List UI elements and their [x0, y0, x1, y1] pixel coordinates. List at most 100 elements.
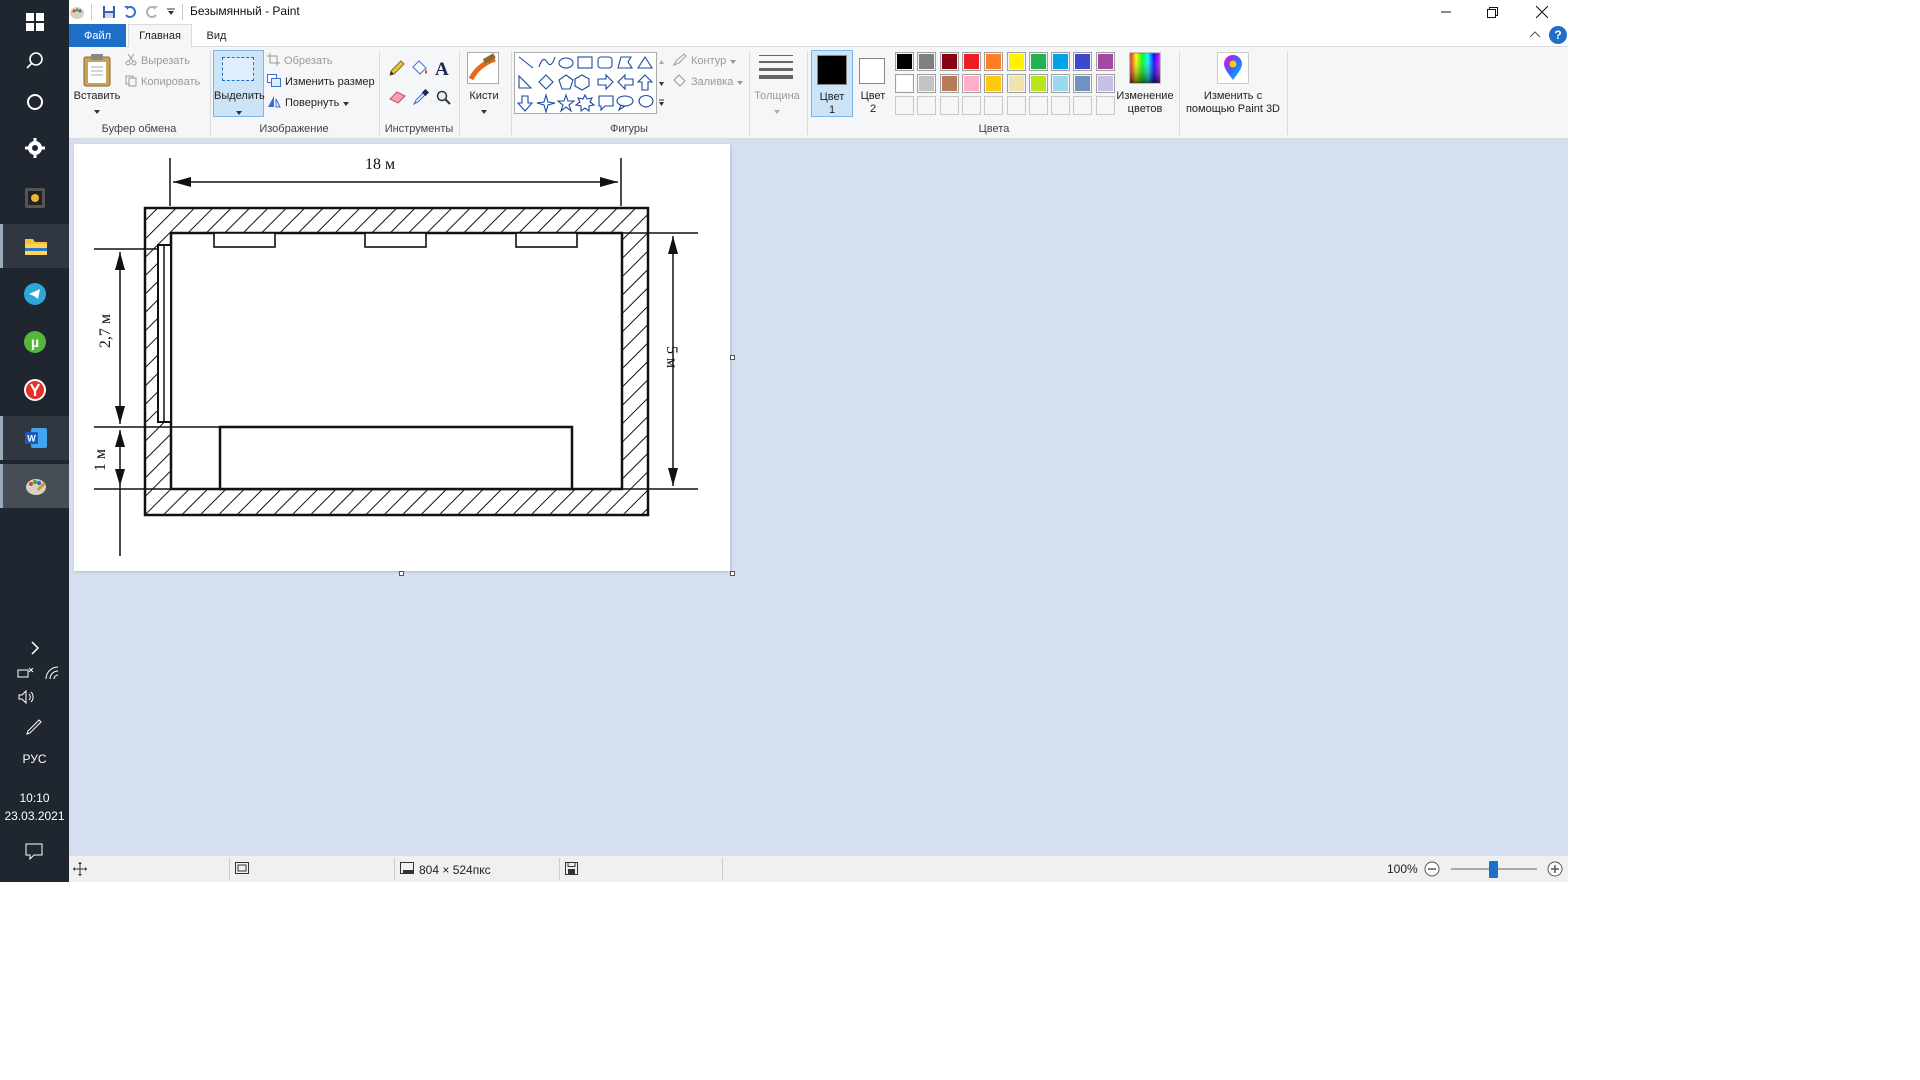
thickness-label[interactable]: Толщина	[751, 90, 803, 103]
palette-swatch[interactable]	[1073, 52, 1093, 71]
minimize-button[interactable]	[1423, 0, 1469, 24]
palette-swatch[interactable]	[1028, 52, 1048, 71]
palette-swatch[interactable]	[895, 52, 914, 71]
fill-bucket-icon[interactable]	[412, 60, 429, 79]
zoom-in-icon[interactable]	[1547, 861, 1563, 880]
network-disabled-icon[interactable]	[17, 666, 35, 683]
edit-colors-rainbow-icon[interactable]	[1129, 52, 1161, 87]
palette-swatch[interactable]	[939, 52, 959, 71]
palette-swatch[interactable]	[1095, 52, 1115, 71]
yandex-browser-icon[interactable]	[0, 368, 69, 412]
input-language[interactable]: РУС	[0, 752, 69, 766]
color2-button[interactable]: Цвет 2	[856, 50, 890, 117]
thickness-lines-icon[interactable]	[759, 53, 793, 84]
paint-app-icon[interactable]	[69, 4, 85, 20]
collapse-ribbon-chevron-icon[interactable]	[1529, 29, 1541, 41]
paint3d-label-2[interactable]: помощью Paint 3D	[1180, 103, 1286, 116]
palette-swatch[interactable]	[961, 52, 981, 71]
palette-swatch[interactable]	[1051, 52, 1071, 71]
palette-empty-swatch[interactable]	[1051, 96, 1071, 115]
clipboard-icon[interactable]	[81, 53, 113, 90]
thickness-chevron-down-icon[interactable]	[774, 105, 780, 117]
notifications-icon[interactable]	[25, 843, 43, 863]
palette-empty-swatch[interactable]	[1028, 96, 1048, 115]
brushes-chevron-down-icon[interactable]	[481, 105, 487, 117]
palette-empty-swatch[interactable]	[1095, 96, 1115, 115]
paste-button[interactable]: Вставить	[73, 90, 121, 103]
select-button[interactable]: Выделить	[213, 50, 265, 117]
palette-swatch[interactable]	[1028, 74, 1048, 93]
word-icon[interactable]: W	[0, 416, 69, 460]
paint3d-label-1[interactable]: Изменить с	[1180, 90, 1286, 103]
palette-swatch[interactable]	[984, 52, 1004, 71]
volume-icon[interactable]	[18, 689, 36, 707]
eraser-icon[interactable]	[389, 90, 406, 107]
shapes-gallery[interactable]	[514, 52, 657, 115]
rotate-button[interactable]: Повернуть	[267, 94, 350, 112]
text-tool-icon[interactable]: A	[435, 59, 449, 81]
edit-colors-label-2[interactable]: цветов	[1113, 103, 1177, 116]
windows-start-icon[interactable]	[0, 0, 69, 44]
paste-chevron-down-icon[interactable]	[94, 105, 100, 117]
utorrent-icon[interactable]: µ	[0, 320, 69, 364]
palette-swatch[interactable]	[917, 74, 937, 93]
magnifier-icon[interactable]	[436, 90, 452, 109]
color-picker-icon[interactable]	[412, 88, 430, 108]
palette-swatch[interactable]	[961, 74, 981, 93]
cortana-icon[interactable]	[0, 80, 69, 124]
palette-empty-swatch[interactable]	[984, 96, 1004, 115]
telegram-icon[interactable]	[0, 272, 69, 316]
close-button[interactable]	[1519, 0, 1565, 24]
palette-empty-swatch[interactable]	[961, 96, 981, 115]
show-hidden-icons-chevron-icon[interactable]	[0, 628, 69, 668]
palette-swatch[interactable]	[1006, 74, 1026, 93]
copy-button[interactable]: Копировать	[125, 73, 200, 91]
zoom-out-icon[interactable]	[1424, 861, 1440, 880]
palette-swatch[interactable]	[1051, 74, 1071, 93]
palette-empty-swatch[interactable]	[939, 96, 959, 115]
resize-button[interactable]: Изменить размер	[267, 73, 375, 91]
palette-swatch[interactable]	[1006, 52, 1026, 71]
palette-empty-swatch[interactable]	[895, 96, 914, 115]
redo-icon[interactable]	[144, 4, 160, 20]
palette-empty-swatch[interactable]	[917, 96, 937, 115]
outline-button[interactable]: Контур	[672, 52, 737, 70]
paint3d-icon[interactable]	[1217, 52, 1249, 84]
pencil-icon[interactable]	[389, 60, 405, 79]
canvas-resize-handle-corner[interactable]	[730, 571, 735, 576]
canvas-resize-handle-right[interactable]	[730, 355, 735, 360]
restore-button[interactable]	[1469, 0, 1515, 24]
cut-button[interactable]: Вырезать	[125, 52, 190, 70]
clock-date[interactable]: 23.03.2021	[0, 809, 69, 823]
edit-colors-label-1[interactable]: Изменение	[1113, 90, 1177, 103]
tab-file[interactable]: Файл	[69, 24, 126, 47]
zoom-slider-thumb[interactable]	[1489, 861, 1498, 878]
color1-button[interactable]: Цвет 1	[811, 50, 853, 117]
clock-time[interactable]: 10:10	[0, 791, 69, 805]
canvas-resize-handle-bottom[interactable]	[399, 571, 404, 576]
undo-icon[interactable]	[122, 4, 138, 20]
drawing-canvas[interactable]: 18 м 2,7 м 1 м 5 м	[74, 144, 730, 571]
palette-swatch[interactable]	[917, 52, 937, 71]
file-explorer-icon[interactable]	[0, 224, 69, 268]
palette-empty-swatch[interactable]	[1073, 96, 1093, 115]
search-icon[interactable]	[0, 39, 69, 83]
media-app-icon[interactable]	[0, 176, 69, 220]
fill-button[interactable]: Заливка	[673, 73, 744, 91]
palette-swatch[interactable]	[1095, 74, 1115, 93]
brushes-label[interactable]: Кисти	[462, 90, 506, 103]
palette-swatch[interactable]	[984, 74, 1004, 93]
customize-quick-access-chevron-icon[interactable]	[163, 4, 179, 20]
palette-empty-swatch[interactable]	[1006, 96, 1026, 115]
palette-swatch[interactable]	[1073, 74, 1093, 93]
shapes-scrollbar[interactable]	[657, 52, 666, 114]
paint-app-icon[interactable]	[0, 464, 69, 508]
help-icon[interactable]: ?	[1549, 26, 1567, 44]
palette-swatch[interactable]	[939, 74, 959, 93]
save-icon[interactable]	[101, 4, 117, 20]
wifi-icon[interactable]	[44, 666, 60, 683]
tab-view[interactable]: Вид	[194, 24, 239, 47]
settings-gear-icon[interactable]	[0, 126, 69, 170]
crop-button[interactable]: Обрезать	[267, 52, 333, 70]
tab-home[interactable]: Главная	[128, 24, 192, 47]
